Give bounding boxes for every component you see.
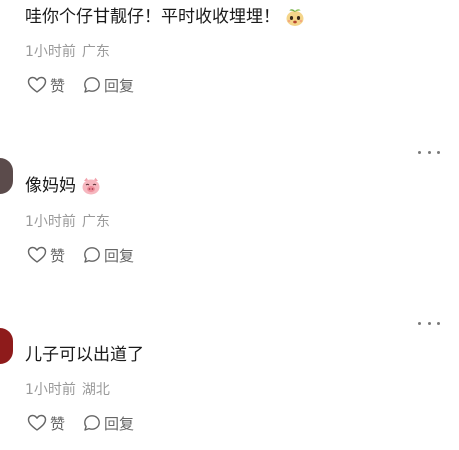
comment-text: 哇你个仔甘靓仔！平时收收埋埋！	[25, 5, 305, 29]
comment-actions: 赞 回复	[27, 244, 134, 266]
dot-icon	[427, 150, 431, 154]
comment-actions: 赞 回复	[27, 412, 134, 434]
like-button[interactable]: 赞	[27, 413, 65, 434]
comment-location: 广东	[81, 214, 110, 230]
comment-location: 湖北	[81, 382, 110, 398]
like-label: 赞	[50, 414, 66, 433]
reply-label: 回复	[104, 246, 135, 265]
avatar[interactable]	[0, 158, 13, 194]
heart-icon	[27, 76, 47, 93]
dot-icon	[437, 150, 440, 154]
dot-icon	[418, 321, 421, 325]
heart-icon	[27, 414, 47, 431]
reply-label: 回复	[104, 76, 135, 95]
reply-label: 回复	[104, 414, 135, 433]
peach-face-emoji-icon	[286, 9, 304, 26]
heart-icon	[27, 246, 47, 263]
comment-text-content: 儿子可以出道了	[25, 345, 144, 365]
more-options-button[interactable]	[418, 146, 440, 158]
reply-button[interactable]: 回复	[83, 75, 134, 96]
speech-bubble-icon	[84, 415, 100, 431]
comment-time: 1小时前	[25, 44, 76, 60]
comment-text-content: 哇你个仔甘靓仔！平时收收埋埋！	[25, 7, 280, 27]
dot-icon	[418, 150, 421, 154]
comment-text: 像妈妈	[25, 174, 101, 198]
pig-face-emoji-icon	[82, 177, 100, 195]
reply-button[interactable]: 回复	[83, 413, 134, 434]
comment-text-content: 像妈妈	[25, 176, 76, 196]
comment-time: 1小时前	[25, 382, 76, 398]
speech-bubble-icon	[84, 77, 100, 93]
like-label: 赞	[50, 76, 66, 95]
reply-button[interactable]: 回复	[83, 245, 134, 266]
comment-text: 儿子可以出道了	[25, 343, 144, 367]
like-label: 赞	[50, 246, 66, 265]
comment-meta: 1小时前 广东	[25, 42, 110, 62]
dot-icon	[437, 321, 440, 325]
comment-meta: 1小时前 湖北	[25, 380, 110, 400]
comment-location: 广东	[81, 44, 110, 60]
like-button[interactable]: 赞	[27, 245, 65, 266]
dot-icon	[427, 321, 431, 325]
comment-actions: 赞 回复	[27, 74, 134, 96]
comment-meta: 1小时前 广东	[25, 212, 110, 232]
like-button[interactable]: 赞	[27, 75, 65, 96]
comment-time: 1小时前	[25, 214, 76, 230]
avatar[interactable]	[0, 328, 13, 364]
speech-bubble-icon	[84, 247, 100, 263]
more-options-button[interactable]	[418, 317, 440, 329]
